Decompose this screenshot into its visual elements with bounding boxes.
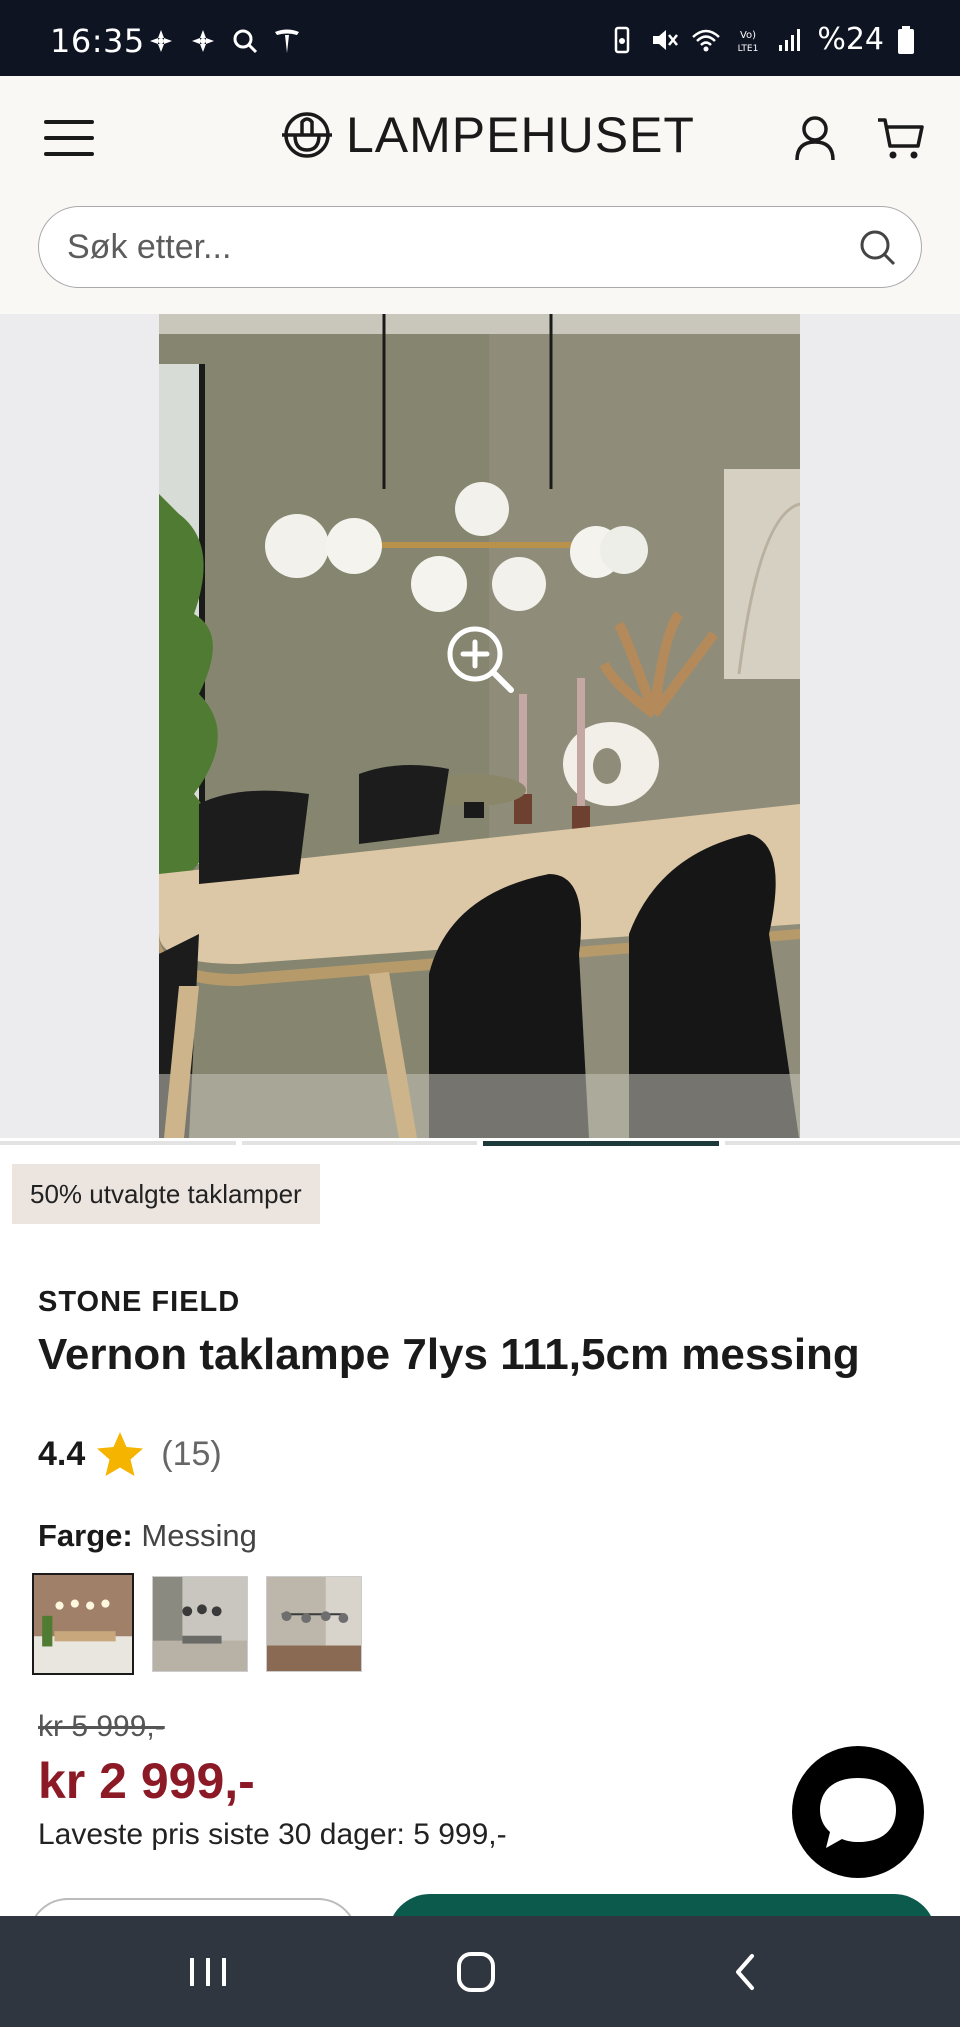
product-title: Vernon taklampe 7lys 111,5cm messing <box>38 1330 860 1379</box>
home-icon[interactable] <box>446 1946 506 1998</box>
hamburger-line <box>44 152 94 156</box>
site-logo[interactable]: LAMPEHUSET <box>278 106 695 164</box>
battery-icon <box>898 25 914 54</box>
swatch-messing[interactable] <box>32 1573 134 1675</box>
swatch-thumbnail <box>153 1577 247 1671</box>
color-label: Farge: <box>38 1518 133 1553</box>
wifi-icon <box>692 29 721 51</box>
search-input[interactable] <box>67 207 847 287</box>
carousel-indicators <box>0 1141 960 1147</box>
swatch-thumbnail <box>267 1577 361 1671</box>
status-icons-left <box>146 26 302 56</box>
swatch-option-3[interactable] <box>266 1576 362 1672</box>
product-photo[interactable] <box>159 314 800 1138</box>
battery-saver-icon <box>615 26 630 53</box>
product-brand[interactable]: STONE FIELD <box>38 1286 240 1319</box>
star-icon <box>97 1432 144 1476</box>
search-box[interactable] <box>38 206 922 288</box>
swatch-option-2[interactable] <box>152 1576 248 1672</box>
carousel-indicator[interactable] <box>0 1141 236 1145</box>
carousel-indicator[interactable] <box>241 1141 477 1145</box>
review-count: (15) <box>161 1434 222 1473</box>
svg-text:Vo): Vo) <box>740 30 756 41</box>
account-icon[interactable] <box>792 114 838 162</box>
carousel-indicator[interactable] <box>724 1141 960 1145</box>
volte-icon: Vo) LTE1 <box>738 30 759 54</box>
chat-bubble-icon <box>820 1778 896 1848</box>
rating-value: 4.4 <box>38 1434 86 1473</box>
battery-percent: %24 <box>817 22 884 57</box>
logo-text: LAMPEHUSET <box>346 107 695 163</box>
product-gallery[interactable] <box>0 314 960 1138</box>
old-price: kr 5 999,- <box>38 1710 165 1743</box>
color-swatches <box>32 1573 362 1675</box>
color-selector-label: Farge: Messing <box>38 1518 257 1554</box>
carousel-indicator-active[interactable] <box>483 1141 719 1146</box>
hamburger-line <box>44 136 94 140</box>
cart-icon[interactable] <box>876 114 924 162</box>
chat-button[interactable] <box>792 1746 924 1878</box>
swatch-thumbnail <box>34 1575 132 1673</box>
signal-icon <box>779 28 801 51</box>
lamp-logo-icon <box>282 112 332 158</box>
site-header: LAMPEHUSET <box>0 76 960 314</box>
mute-icon <box>653 29 679 50</box>
lowest-price-note: Laveste pris siste 30 dager: 5 999,- <box>38 1818 507 1851</box>
sale-badge: 50% utvalgte taklamper <box>12 1164 320 1224</box>
status-time: 16:35 <box>50 22 145 60</box>
hamburger-line <box>44 120 94 124</box>
sale-price: kr 2 999,- <box>38 1753 255 1809</box>
menu-button[interactable] <box>44 116 94 160</box>
product-rating[interactable]: 4.4 (15) <box>38 1430 222 1478</box>
back-icon[interactable] <box>716 1946 776 1998</box>
search-icon <box>233 29 258 54</box>
status-bar: 16:35 Vo) LTE1 %24 <box>0 0 960 76</box>
recent-apps-icon[interactable] <box>178 1946 238 1998</box>
tesla-icon <box>275 29 299 53</box>
svg-text:LTE1: LTE1 <box>738 44 759 54</box>
status-icons-right: Vo) LTE1 %24 <box>607 22 916 57</box>
fan-icon <box>150 30 172 52</box>
search-icon[interactable] <box>857 227 897 267</box>
color-value: Messing <box>141 1518 257 1553</box>
zoom-icon[interactable] <box>445 624 515 694</box>
fan-icon <box>192 30 214 52</box>
system-nav-bar <box>0 1916 960 2027</box>
